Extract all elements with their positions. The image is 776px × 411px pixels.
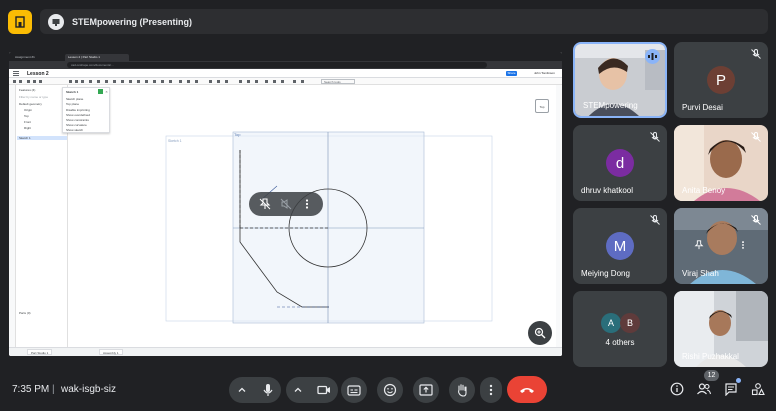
- activities-button[interactable]: [750, 381, 766, 397]
- participant-name: Rishi Puzhakkal: [682, 352, 739, 361]
- chevron-up-icon[interactable]: [293, 385, 303, 395]
- participant-name: STEMpowering: [583, 101, 638, 110]
- chevron-up-icon[interactable]: [237, 385, 247, 395]
- zoom-button[interactable]: [528, 321, 552, 345]
- participant-count-badge: 12: [704, 370, 719, 381]
- more-options-icon: [489, 384, 493, 396]
- mic-icon[interactable]: [262, 383, 274, 397]
- end-call-icon: [520, 387, 534, 393]
- pinned-controls: [249, 192, 323, 216]
- participant-name: dhruv khatkool: [581, 186, 634, 195]
- chat-icon: [725, 383, 737, 396]
- participant-tile[interactable]: P Purvi Desai: [674, 42, 768, 118]
- participant-tile[interactable]: Viraj Shah: [674, 208, 768, 284]
- avatar: A: [601, 313, 621, 333]
- sketch-label: Sketch 1: [168, 139, 182, 143]
- presentation-banner[interactable]: STEMpowering (Presenting): [40, 9, 768, 34]
- mic-off-icon: [751, 132, 761, 142]
- home-icon: [15, 16, 25, 28]
- chat-notification-dot: [736, 378, 741, 383]
- raise-hand-icon: [458, 384, 467, 397]
- more-options-button[interactable]: [480, 377, 502, 403]
- audio-control[interactable]: [229, 377, 281, 403]
- participant-name: Purvi Desai: [682, 103, 723, 112]
- activities-icon: [751, 383, 765, 396]
- meeting-code: wak-isgb-siz: [61, 384, 117, 395]
- part-studio-tab[interactable]: Part Studio 1: [27, 349, 53, 355]
- chat-button[interactable]: [723, 381, 739, 397]
- separator: |: [52, 384, 55, 395]
- avatar: P: [707, 66, 735, 94]
- mic-off-icon: [650, 132, 660, 142]
- presentation-icon: [48, 13, 64, 30]
- presentation-title: STEMpowering (Presenting): [72, 16, 193, 27]
- avatar: d: [606, 149, 634, 177]
- people-icon: [697, 383, 712, 395]
- right-rail: [556, 85, 562, 347]
- mic-off-icon: [751, 49, 761, 59]
- others-tile[interactable]: A B 4 others: [573, 291, 667, 367]
- zoom-in-icon: [534, 327, 546, 339]
- clock: 7:35 PM: [12, 384, 50, 395]
- assembly-tab[interactable]: Assembly 1: [99, 349, 123, 355]
- captions-icon: [347, 384, 361, 396]
- participant-tile[interactable]: STEMpowering: [573, 42, 667, 118]
- mic-off-icon: [650, 215, 660, 225]
- speaking-icon: [645, 49, 660, 64]
- camera-icon[interactable]: [317, 385, 331, 395]
- emoji-icon: [383, 383, 397, 397]
- pin-icon[interactable]: [259, 198, 271, 210]
- more-options-icon[interactable]: [301, 198, 313, 210]
- others-label: 4 others: [605, 338, 635, 347]
- participant-name: Meiying Dong: [581, 269, 630, 278]
- present-button[interactable]: [413, 377, 439, 403]
- view-cube[interactable]: Top: [535, 99, 549, 113]
- top-plane: [232, 131, 425, 324]
- participant-tile[interactable]: M Meiying Dong: [573, 208, 667, 284]
- tab-bar: Part Studio 1 Assembly 1: [9, 347, 562, 356]
- more-options-icon[interactable]: [738, 240, 748, 250]
- video-control[interactable]: [286, 377, 338, 403]
- captions-button[interactable]: [341, 377, 367, 403]
- mic-off-icon: [751, 215, 761, 225]
- people-button[interactable]: [696, 381, 712, 397]
- home-button[interactable]: [8, 10, 32, 34]
- meeting-info-button[interactable]: [669, 381, 685, 397]
- raise-hand-button[interactable]: [449, 377, 475, 403]
- reactions-button[interactable]: [377, 377, 403, 403]
- info-icon: [670, 382, 684, 396]
- avatar: B: [620, 313, 640, 333]
- present-icon: [419, 384, 433, 396]
- pin-icon[interactable]: [694, 240, 704, 250]
- participant-name: Viraj Shah: [682, 269, 719, 278]
- volume-off-icon[interactable]: [280, 198, 292, 210]
- avatar: M: [606, 232, 634, 260]
- participant-name: Anita Benoy: [682, 186, 726, 195]
- participant-tile[interactable]: d dhruv khatkool: [573, 125, 667, 201]
- meet-window: STEMpowering (Presenting) Assignment #1 …: [0, 0, 776, 411]
- participant-tile[interactable]: Rishi Puzhakkal: [674, 291, 768, 367]
- participant-tile[interactable]: Anita Benoy: [674, 125, 768, 201]
- plane-label: Top: [234, 132, 241, 137]
- end-call-button[interactable]: [507, 376, 547, 403]
